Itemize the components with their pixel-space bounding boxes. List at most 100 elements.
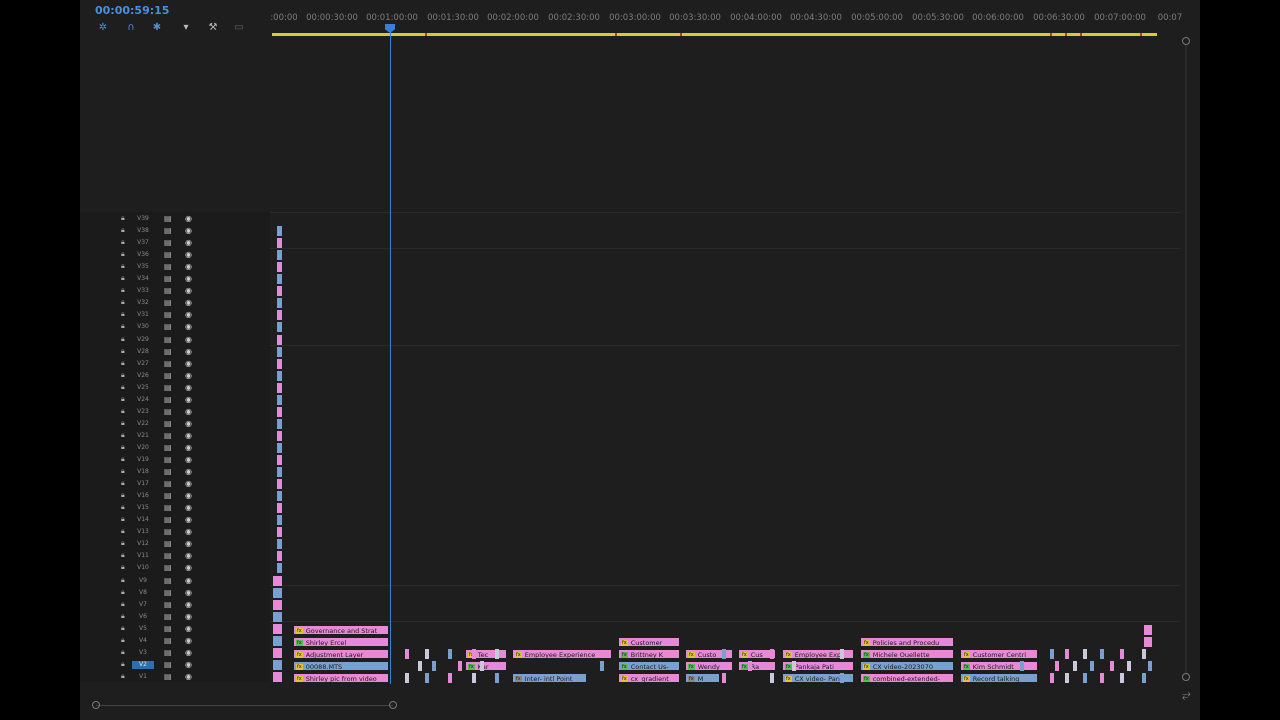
lock-icon[interactable]: 🔒︎ <box>121 479 125 488</box>
lock-icon[interactable]: 🔒︎ <box>121 274 125 283</box>
eye-icon[interactable]: ◉ <box>185 672 192 681</box>
eye-icon[interactable]: ◉ <box>185 503 192 512</box>
clip[interactable]: fx 00088.MTS <box>293 661 389 671</box>
track-header[interactable]: 🔒︎ V37 ▤ ◉ <box>80 237 270 249</box>
clip[interactable] <box>277 334 282 345</box>
clip[interactable] <box>448 649 452 659</box>
track-header[interactable]: 🔒︎ V8 ▤ ◉ <box>80 587 270 599</box>
track-name[interactable]: V11 <box>132 552 154 560</box>
clip[interactable] <box>472 649 476 659</box>
track-name[interactable]: V4 <box>132 637 154 645</box>
sync-lock-icon[interactable]: ▤ <box>164 262 172 271</box>
track-header[interactable]: 🔒︎ V25 ▤ ◉ <box>80 382 270 394</box>
clip[interactable] <box>432 661 436 671</box>
clip[interactable] <box>495 673 499 683</box>
eye-icon[interactable]: ◉ <box>185 262 192 271</box>
track-header[interactable]: 🔒︎ V3 ▤ ◉ <box>80 647 270 659</box>
clip[interactable] <box>277 382 282 393</box>
clip[interactable] <box>277 479 282 490</box>
time-ruler[interactable]: :00:00 00:00:30:00 00:01:00:00 00:01:30:… <box>270 10 1185 32</box>
track-header[interactable]: 🔒︎ V34 ▤ ◉ <box>80 273 270 285</box>
clip[interactable] <box>1065 673 1069 683</box>
eye-icon[interactable]: ◉ <box>185 479 192 488</box>
clip[interactable]: fx Shirley Ercel <box>293 637 389 647</box>
lock-icon[interactable]: 🔒︎ <box>121 347 125 356</box>
sync-lock-icon[interactable]: ▤ <box>164 563 172 572</box>
clip[interactable] <box>405 673 409 683</box>
sync-lock-icon[interactable]: ▤ <box>164 347 172 356</box>
eye-icon[interactable]: ◉ <box>185 600 192 609</box>
track-name[interactable]: V22 <box>132 420 154 428</box>
lock-icon[interactable]: 🔒︎ <box>121 576 125 585</box>
track-header[interactable]: 🔒︎ V26 ▤ ◉ <box>80 370 270 382</box>
sync-lock-icon[interactable]: ▤ <box>164 491 172 500</box>
track-header[interactable]: 🔒︎ V6 ▤ ◉ <box>80 611 270 623</box>
eye-icon[interactable]: ◉ <box>185 455 192 464</box>
clip[interactable] <box>277 370 282 381</box>
eye-icon[interactable]: ◉ <box>185 214 192 223</box>
clip[interactable] <box>277 551 282 562</box>
eye-icon[interactable]: ◉ <box>185 636 192 645</box>
track-header[interactable]: 🔒︎ V17 ▤ ◉ <box>80 478 270 490</box>
eye-icon[interactable]: ◉ <box>185 407 192 416</box>
sync-lock-icon[interactable]: ▤ <box>164 407 172 416</box>
lock-icon[interactable]: 🔒︎ <box>121 539 125 548</box>
track-name[interactable]: V12 <box>132 540 154 548</box>
work-area-bar[interactable] <box>272 33 1157 36</box>
clip[interactable]: fx Brittney K <box>618 649 680 659</box>
lock-icon[interactable]: 🔒︎ <box>121 455 125 464</box>
sync-lock-icon[interactable]: ▤ <box>164 467 172 476</box>
track-name[interactable]: V35 <box>132 263 154 271</box>
track-header[interactable]: 🔒︎ V35 ▤ ◉ <box>80 261 270 273</box>
eye-icon[interactable]: ◉ <box>185 431 192 440</box>
lock-icon[interactable]: 🔒︎ <box>121 419 125 428</box>
clip[interactable] <box>277 406 282 417</box>
track-header[interactable]: 🔒︎ V28 ▤ ◉ <box>80 346 270 358</box>
lock-icon[interactable]: 🔒︎ <box>121 563 125 572</box>
track-header[interactable]: 🔒︎ V20 ▤ ◉ <box>80 442 270 454</box>
eye-icon[interactable]: ◉ <box>185 310 192 319</box>
clip[interactable] <box>277 430 282 441</box>
clip[interactable] <box>277 491 282 502</box>
sync-lock-icon[interactable]: ▤ <box>164 636 172 645</box>
sync-lock-icon[interactable]: ▤ <box>164 527 172 536</box>
track-name[interactable]: V3 <box>132 649 154 657</box>
track-header[interactable]: 🔒︎ V27 ▤ ◉ <box>80 358 270 370</box>
lock-icon[interactable]: 🔒︎ <box>121 298 125 307</box>
sync-lock-icon[interactable]: ▤ <box>164 588 172 597</box>
track-name[interactable]: V30 <box>132 323 154 331</box>
clip[interactable] <box>722 673 726 683</box>
sync-lock-icon[interactable]: ▤ <box>164 371 172 380</box>
lock-icon[interactable]: 🔒︎ <box>121 443 125 452</box>
track-header[interactable]: 🔒︎ V11 ▤ ◉ <box>80 550 270 562</box>
lock-icon[interactable]: 🔒︎ <box>121 359 125 368</box>
playhead-timecode[interactable]: 00:00:59:15 <box>95 4 169 17</box>
track-name[interactable]: V31 <box>132 311 154 319</box>
clip[interactable] <box>458 661 462 671</box>
snap-icon[interactable]: ∩ <box>124 21 138 35</box>
track-name[interactable]: V18 <box>132 468 154 476</box>
track-header[interactable]: 🔒︎ V14 ▤ ◉ <box>80 514 270 526</box>
lock-icon[interactable]: 🔒︎ <box>121 371 125 380</box>
sync-lock-icon[interactable]: ▤ <box>164 214 172 223</box>
track-header[interactable]: 🔒︎ V12 ▤ ◉ <box>80 538 270 550</box>
clip[interactable]: fx Policies and Procedu <box>860 637 954 647</box>
lock-icon[interactable]: 🔒︎ <box>121 250 125 259</box>
clip[interactable] <box>273 575 282 586</box>
wrench-icon[interactable]: ⚒ <box>206 21 220 35</box>
clip[interactable]: fx Customer Centri <box>960 649 1038 659</box>
clip[interactable] <box>277 226 282 237</box>
eye-icon[interactable]: ◉ <box>185 238 192 247</box>
lock-icon[interactable]: 🔒︎ <box>121 612 125 621</box>
lock-icon[interactable]: 🔒︎ <box>121 648 125 657</box>
track-header[interactable]: 🔒︎ V5 ▤ ◉ <box>80 623 270 635</box>
sync-lock-icon[interactable]: ▤ <box>164 612 172 621</box>
track-name[interactable]: V2 <box>132 660 154 669</box>
eye-icon[interactable]: ◉ <box>185 371 192 380</box>
track-name[interactable]: V37 <box>132 239 154 247</box>
insert-sequence-icon[interactable]: ✲ <box>96 21 110 35</box>
sync-lock-icon[interactable]: ▤ <box>164 515 172 524</box>
eye-icon[interactable]: ◉ <box>185 250 192 259</box>
track-header[interactable]: 🔒︎ V38 ▤ ◉ <box>80 225 270 237</box>
track-name[interactable]: V39 <box>132 215 154 223</box>
